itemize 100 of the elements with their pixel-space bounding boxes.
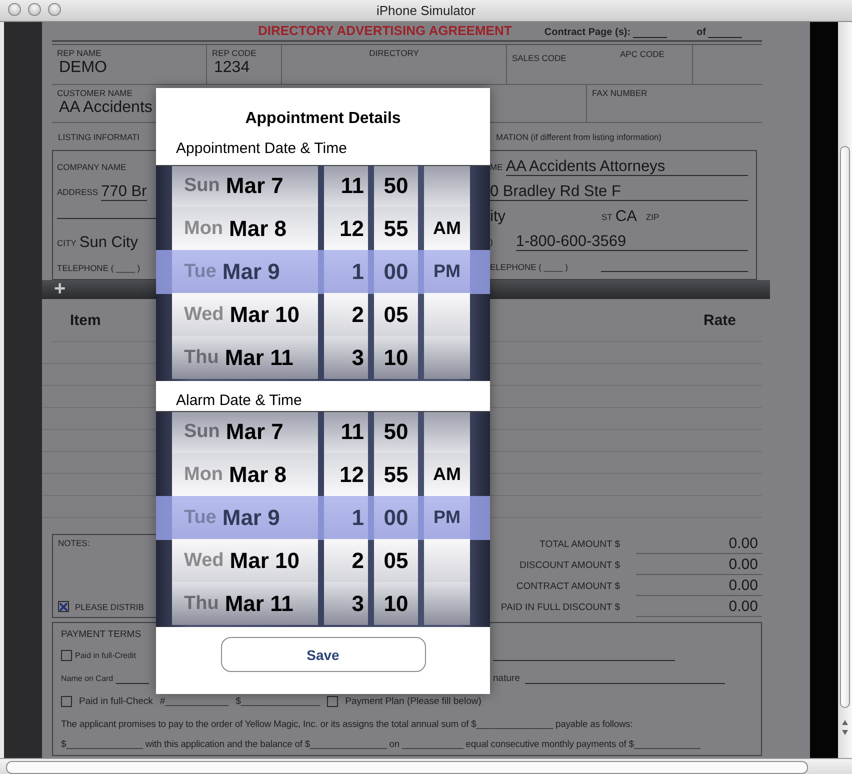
picker-row[interactable]: Tue Mar 9 1 00 PM [156, 250, 490, 294]
weekday-label: Mon [184, 218, 224, 240]
minute-wheel-cell[interactable]: 05 [374, 293, 418, 336]
field-label: SALES CODE [512, 53, 566, 63]
date-wheel-cell[interactable]: Mon Mar 8 [172, 453, 318, 496]
date-wheel-cell[interactable]: Wed Mar 10 [172, 293, 318, 336]
minute-wheel-cell[interactable]: 55 [374, 207, 418, 250]
hour-wheel-cell[interactable]: 11 [324, 412, 368, 453]
scroll-down-icon[interactable] [842, 730, 848, 735]
date-label: Mar 11 [224, 344, 294, 370]
field-value: 1-800-600-3569 [516, 232, 748, 250]
weekday-label: Thu [184, 592, 219, 614]
field-value: ity [490, 208, 506, 226]
meridiem-wheel-cell[interactable]: PM [424, 496, 470, 539]
scroll-up-icon[interactable] [842, 720, 848, 725]
date-picker[interactable]: Sun Mar 7 11 50 Mon Mar 8 12 55 AM Tue Mar 9 1 00 PM Wed Mar 10 2 05 Thu Mar 11 3 10 [156, 412, 490, 627]
field-value: Sun City [79, 234, 138, 252]
section-title: PAYMENT TERMS [61, 628, 142, 642]
checkbox[interactable] [61, 650, 72, 661]
close-button[interactable] [8, 3, 21, 16]
picker-row[interactable]: Mon Mar 8 12 55 AM [156, 453, 490, 497]
empty-wheel-cell[interactable] [424, 582, 470, 625]
date-picker[interactable]: Sun Mar 7 11 50 Mon Mar 8 12 55 AM Tue Mar 9 1 00 PM Wed Mar 10 2 05 Thu Mar 11 3 10 [156, 166, 490, 381]
field-value: AA Accidents Attorneys [506, 158, 748, 176]
field-label: CUSTOMER NAME [57, 88, 134, 98]
date-wheel-cell[interactable]: Sun Mar 7 [172, 166, 318, 207]
date-wheel-cell[interactable]: Tue Mar 9 [172, 496, 318, 539]
date-wheel-cell[interactable]: Thu Mar 11 [172, 336, 318, 379]
empty-wheel-cell[interactable] [424, 293, 470, 336]
hour-wheel-cell[interactable]: 12 [324, 453, 368, 496]
checkbox[interactable] [58, 601, 69, 612]
empty-wheel-cell[interactable] [424, 166, 470, 207]
hour-wheel-cell[interactable]: 3 [324, 336, 368, 379]
contract-page-label: Contract Page (s): [544, 27, 631, 38]
field-value: 770 Br [101, 182, 147, 200]
empty-wheel-cell[interactable] [424, 539, 470, 582]
hour-wheel-cell[interactable]: 12 [324, 207, 368, 250]
checkbox[interactable] [61, 696, 72, 707]
picker-row[interactable]: Tue Mar 9 1 00 PM [156, 496, 490, 540]
minute-wheel-cell[interactable]: 00 [374, 250, 418, 293]
meridiem-wheel-cell[interactable]: PM [424, 250, 470, 293]
hour-wheel-cell[interactable]: 2 [324, 539, 368, 582]
empty-wheel-cell[interactable] [424, 412, 470, 453]
meridiem-wheel-cell[interactable]: AM [424, 453, 470, 496]
field-label: ADDRESS [57, 186, 98, 196]
weekday-label: Tue [184, 506, 216, 528]
hour-wheel-cell[interactable]: 11 [324, 166, 368, 207]
date-wheel-cell[interactable]: Sun Mar 7 [172, 412, 318, 453]
hour-wheel-cell[interactable]: 2 [324, 293, 368, 336]
picker-row[interactable]: Mon Mar 8 12 55 AM [156, 207, 490, 251]
weekday-label: Mon [184, 464, 224, 486]
terms-text: The applicant promises to pay to the order of Yellow Magic, Inc. or its assigns the total annual sum of $_______________ payable as follows: [61, 718, 633, 728]
weekday-label: Sun [184, 420, 220, 442]
minute-wheel-cell[interactable]: 50 [374, 412, 418, 453]
hour-wheel-cell[interactable]: 3 [324, 582, 368, 625]
field-label: CITY [57, 238, 76, 248]
field-value: CA [615, 208, 637, 226]
minute-wheel-cell[interactable]: 10 [374, 582, 418, 625]
section-label: MATION (if different from listing information) [496, 132, 662, 142]
picker-row[interactable]: Sun Mar 7 11 50 [156, 412, 490, 454]
checkbox-label: Paid in full-Check [79, 696, 153, 707]
field-label: nature [493, 673, 520, 684]
hour-wheel-cell[interactable]: 1 [324, 496, 368, 539]
picker-row[interactable]: Thu Mar 11 3 10 [156, 582, 490, 626]
hour-wheel-cell[interactable]: 1 [324, 250, 368, 293]
notes-label: NOTES: [58, 538, 91, 548]
field-label: ST [602, 212, 612, 222]
horizontal-scrollbar[interactable] [0, 758, 852, 774]
weekday-label: Thu [184, 346, 219, 368]
minute-wheel-cell[interactable]: 55 [374, 453, 418, 496]
date-label: Mar 8 [229, 462, 287, 488]
date-wheel-cell[interactable]: Thu Mar 11 [172, 582, 318, 625]
section-label: LISTING INFORMATI [57, 132, 141, 142]
field-label: FAX NUMBER [592, 88, 648, 98]
weekday-label: Wed [184, 304, 224, 326]
picker-row[interactable]: Wed Mar 10 2 05 [156, 539, 490, 583]
empty-wheel-cell[interactable] [424, 336, 470, 379]
date-wheel-cell[interactable]: Mon Mar 8 [172, 207, 318, 250]
checkbox-label: Paid in full-Credit [75, 651, 136, 660]
minute-wheel-cell[interactable]: 05 [374, 539, 418, 582]
picker-row[interactable]: Wed Mar 10 2 05 [156, 293, 490, 337]
minute-wheel-cell[interactable]: 10 [374, 336, 418, 379]
picker-row[interactable]: Thu Mar 11 3 10 [156, 336, 490, 380]
minimize-button[interactable] [28, 3, 41, 16]
checkbox[interactable] [327, 696, 338, 707]
field-label: Name on Card [61, 674, 114, 683]
zoom-button[interactable] [48, 3, 61, 16]
add-button[interactable]: + [54, 280, 66, 299]
save-button[interactable]: Save [220, 637, 426, 672]
minute-wheel-cell[interactable]: 50 [374, 166, 418, 207]
date-wheel-cell[interactable]: Wed Mar 10 [172, 539, 318, 582]
vertical-scrollbar[interactable] [838, 22, 852, 758]
date-wheel-cell[interactable]: Tue Mar 9 [172, 250, 318, 293]
field-label: COMPANY NAME [57, 162, 126, 172]
picker-row[interactable]: Sun Mar 7 11 50 [156, 166, 490, 208]
field-value: 0 Bradley Rd Ste F [490, 182, 748, 200]
total-label: PAID IN FULL DISCOUNT $ [500, 602, 620, 613]
total-label: DISCOUNT AMOUNT $ [518, 560, 620, 571]
meridiem-wheel-cell[interactable]: AM [424, 207, 470, 250]
minute-wheel-cell[interactable]: 00 [374, 496, 418, 539]
